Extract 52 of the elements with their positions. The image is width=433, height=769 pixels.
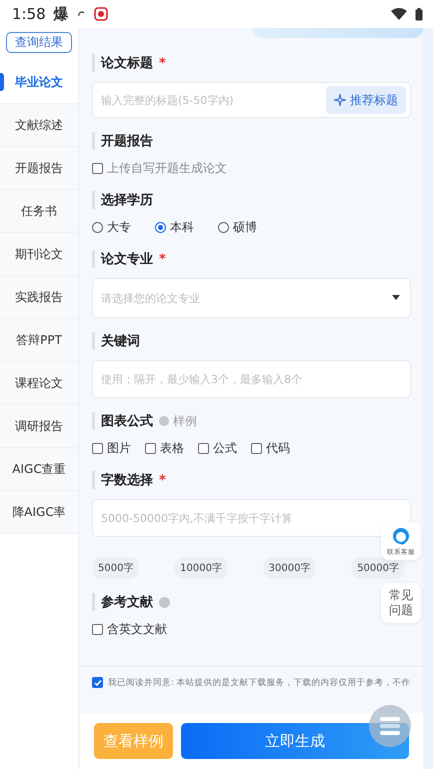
agreement-checkbox[interactable]: [92, 677, 103, 688]
sidebar-item[interactable]: 调研报告: [0, 405, 78, 448]
input-field[interactable]: 使用；隔开，最少输入3个，最多输入8个: [92, 360, 411, 398]
sidebar-item[interactable]: 课程论文: [0, 362, 78, 405]
battery-icon: [415, 8, 423, 20]
notification-text: 爆: [54, 4, 69, 24]
radio-option[interactable]: 硕博: [218, 219, 257, 236]
sync-icon: [76, 10, 86, 18]
word-count-chip[interactable]: 10000字: [174, 557, 228, 579]
section-label: 选择学历: [101, 192, 153, 209]
sidebar-item[interactable]: AIGC查重: [0, 448, 78, 491]
sidebar-item[interactable]: 答辩PPT: [0, 319, 78, 362]
sparkle-icon: [334, 94, 346, 106]
radio-option[interactable]: 本科: [155, 219, 194, 236]
headset-icon: [391, 526, 411, 546]
dropdown-icon: [391, 295, 401, 301]
section-label: 参考文献: [101, 594, 153, 611]
sidebar-item[interactable]: 降AIGC率: [0, 491, 78, 534]
sidebar-item[interactable]: 实践报告: [0, 276, 78, 319]
app-badge-icon: [94, 7, 108, 21]
checkbox-option[interactable]: 代码: [251, 440, 290, 457]
sidebar-item[interactable]: 期刊论文: [0, 233, 78, 276]
section-label: 论文专业: [101, 250, 153, 268]
required-mark: *: [159, 472, 166, 488]
section-label: 图表公式: [101, 413, 153, 430]
recommend-title-button[interactable]: 推荐标题: [326, 86, 406, 114]
section-label: 关键词: [101, 332, 140, 350]
section-label: 论文标题: [101, 54, 153, 72]
help-icon[interactable]: [159, 596, 170, 608]
input-field[interactable]: 5000-50000字内,不满千字按千字计算: [92, 499, 411, 537]
wifi-icon: [391, 8, 407, 20]
required-mark: *: [159, 252, 166, 266]
sidebar-item[interactable]: 任务书: [0, 190, 78, 233]
checkbox-option[interactable]: 含英文文献: [92, 621, 167, 638]
generate-button[interactable]: 立即生成: [181, 723, 409, 759]
checkbox-option[interactable]: 图片: [92, 440, 131, 457]
required-mark: *: [159, 56, 166, 70]
select-field[interactable]: 请选择您的论文专业: [92, 278, 411, 318]
sidebar-item[interactable]: 文献综述: [0, 104, 78, 147]
query-results-button[interactable]: 查询结果: [6, 32, 72, 53]
sidebar-item[interactable]: 开题报告: [0, 147, 78, 190]
word-count-chip[interactable]: 50000字: [351, 557, 405, 579]
word-count-chip[interactable]: 30000字: [262, 557, 316, 579]
section-label: 开题报告: [101, 132, 153, 150]
checkbox-option[interactable]: 公式: [198, 440, 237, 457]
agreement-text: 我已阅读并同意: 本站提供的是文献下载服务，下载的内容仅用于参考，不作: [108, 676, 411, 690]
radio-option[interactable]: 大专: [92, 219, 131, 236]
faq-button[interactable]: 常见问题: [381, 583, 421, 623]
section-label: 字数选择: [101, 472, 153, 489]
checkbox-option[interactable]: 表格: [145, 440, 184, 457]
word-count-chip[interactable]: 5000字: [92, 557, 140, 579]
clock: 1:58: [12, 5, 46, 23]
